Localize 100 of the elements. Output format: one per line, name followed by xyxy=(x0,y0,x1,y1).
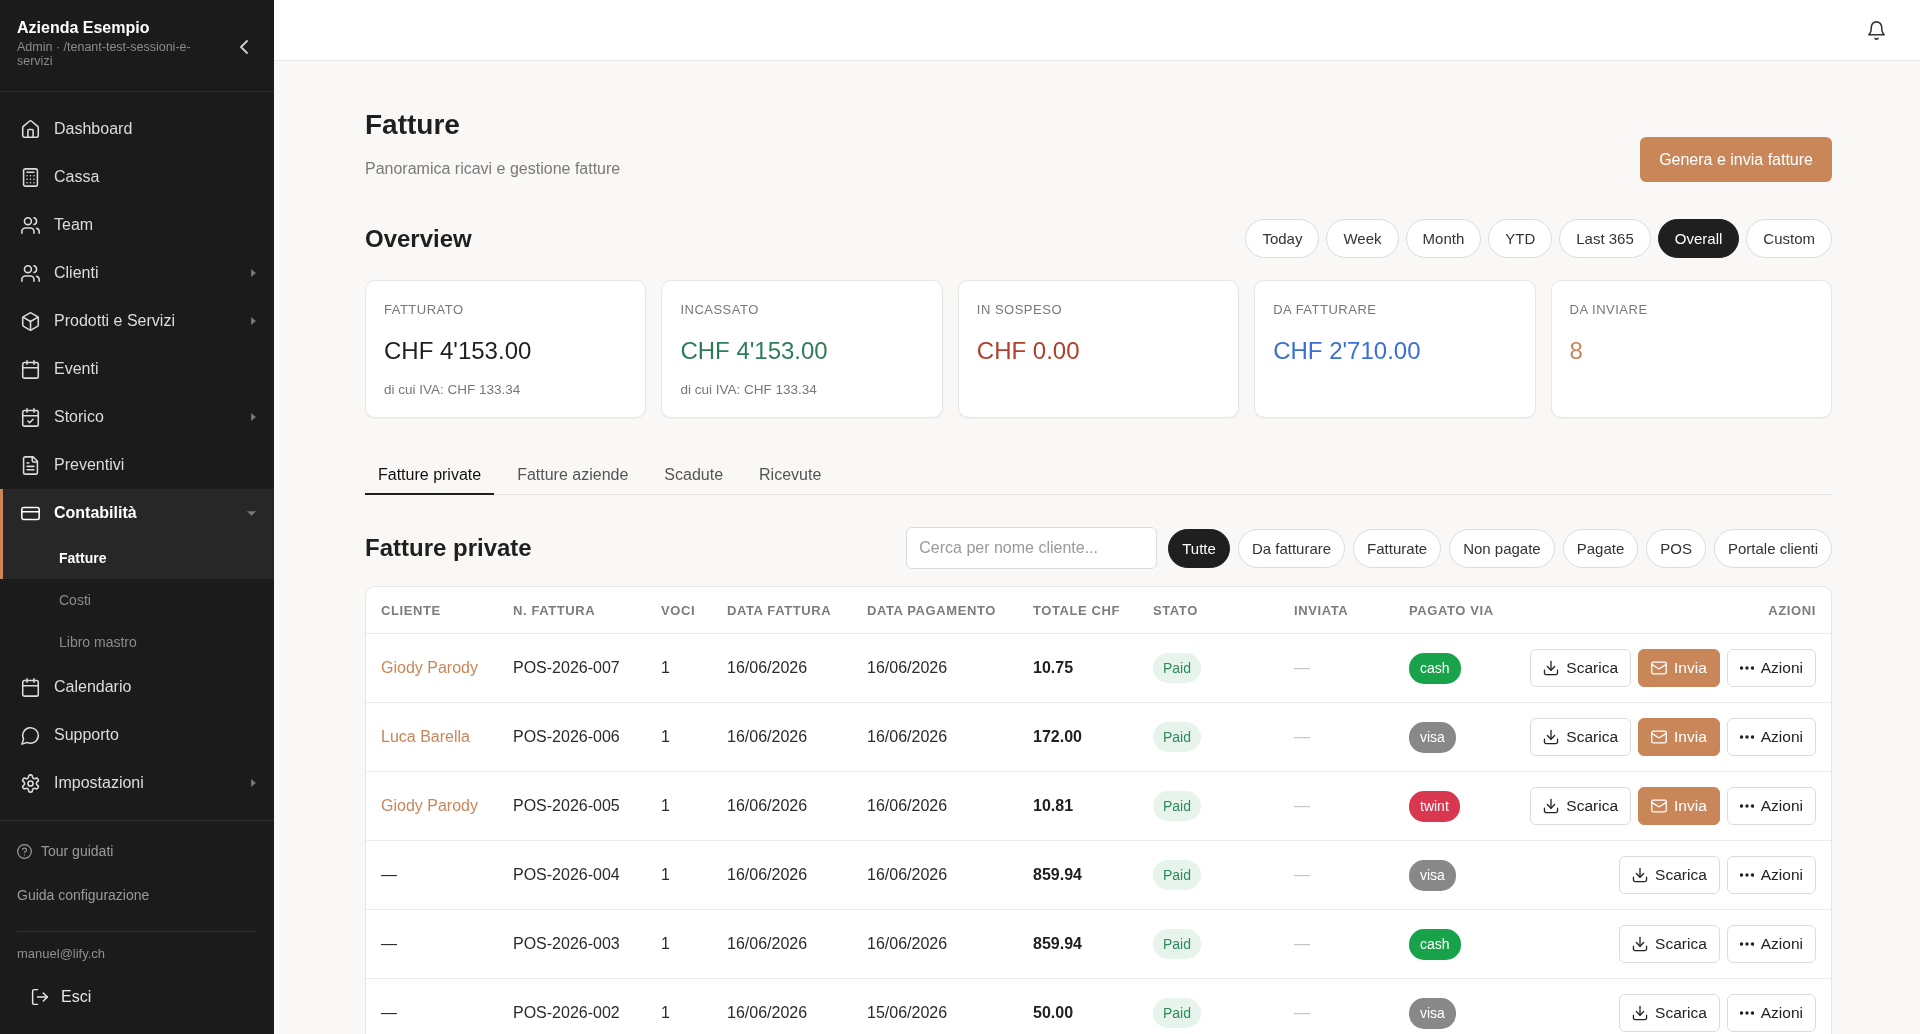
more-actions-button[interactable]: Azioni xyxy=(1726,925,1816,963)
download-button[interactable]: Scarica xyxy=(1619,925,1720,963)
chevron-left-icon[interactable] xyxy=(240,40,248,54)
filter-chip[interactable]: POS xyxy=(1646,528,1706,568)
users-icon xyxy=(21,215,40,235)
sidebar-item[interactable]: Eventi xyxy=(0,345,274,393)
column-header: TOTALE CHF xyxy=(1033,602,1121,618)
download-button[interactable]: Scarica xyxy=(1530,718,1632,756)
sidebar-subitem[interactable]: Libro mastro xyxy=(0,621,274,663)
logout-icon xyxy=(31,988,49,1006)
cube-icon xyxy=(21,311,40,331)
table-cell: 16/06/2026 xyxy=(867,659,948,676)
table-cell: 1 xyxy=(661,866,670,883)
ellipsis-icon xyxy=(1739,873,1754,877)
filter-chip[interactable]: Portale clienti xyxy=(1713,528,1832,568)
period-tab[interactable]: Custom xyxy=(1746,219,1832,258)
sidebar-item[interactable]: Preventivi xyxy=(0,441,274,489)
ellipsis-icon xyxy=(1739,735,1754,739)
stat-label: FATTURATO xyxy=(384,302,464,318)
company-name: Azienda Esempio xyxy=(17,18,151,38)
sidebar-item[interactable]: Team xyxy=(0,201,274,249)
download-icon xyxy=(1543,729,1560,745)
sidebar-item[interactable]: Contabilità xyxy=(0,489,274,537)
table-cell: 16/06/2026 xyxy=(867,935,948,952)
table-cell: 16/06/2026 xyxy=(727,935,808,952)
download-button[interactable]: Scarica xyxy=(1619,994,1720,1032)
sidebar-item[interactable]: Dashboard xyxy=(0,105,274,153)
filter-chip[interactable]: Non pagate xyxy=(1449,528,1555,568)
table-cell: — xyxy=(1294,866,1310,883)
more-actions-button[interactable]: Azioni xyxy=(1726,994,1816,1032)
user-email: manuel@lify.ch xyxy=(17,946,106,962)
column-header: AZIONI xyxy=(1768,602,1816,618)
table-cell: 16/06/2026 xyxy=(727,728,808,745)
sidebar-subitem[interactable]: Costi xyxy=(0,579,274,621)
sidebar-item[interactable]: Impostazioni xyxy=(0,759,274,807)
period-tab[interactable]: YTD xyxy=(1488,219,1553,258)
stat-value: 8 xyxy=(1569,336,1583,366)
download-button[interactable]: Scarica xyxy=(1619,856,1720,894)
table-cell: POS-2026-006 xyxy=(513,728,620,745)
table-cell: — xyxy=(1294,728,1310,745)
more-actions-button[interactable]: Azioni xyxy=(1726,856,1816,894)
help-icon xyxy=(17,843,32,859)
tab[interactable]: Fatture aziende xyxy=(504,457,642,495)
table-cell: POS-2026-005 xyxy=(513,797,620,814)
download-button[interactable]: Scarica xyxy=(1530,649,1632,687)
period-tab[interactable]: Last 365 xyxy=(1559,219,1651,258)
stat-label: DA FATTURARE xyxy=(1273,302,1377,318)
sidebar-item[interactable]: Prodotti e Servizi xyxy=(0,297,274,345)
column-header: DATA FATTURA xyxy=(727,602,832,618)
column-header: INVIATA xyxy=(1294,602,1349,618)
status-badge: Paid xyxy=(1153,929,1202,959)
bell-icon[interactable] xyxy=(1867,20,1886,40)
more-actions-button[interactable]: Azioni xyxy=(1726,718,1816,756)
period-tab[interactable]: Today xyxy=(1245,219,1320,258)
calendar-check-icon xyxy=(21,407,40,427)
period-tab[interactable]: Month xyxy=(1405,219,1482,258)
sidebar-item[interactable]: Cassa xyxy=(0,153,274,201)
table-cell: — xyxy=(1294,659,1310,676)
logout-button[interactable]: Esci xyxy=(17,977,92,1017)
filter-chip[interactable]: Tutte xyxy=(1168,528,1230,568)
stat-value: CHF 4'153.00 xyxy=(384,336,532,366)
payment-method-badge: visa xyxy=(1409,997,1456,1029)
tab[interactable]: Fatture private xyxy=(365,457,495,495)
sidebar-item[interactable]: Clienti xyxy=(0,249,274,297)
page-subtitle: Panoramica ricavi e gestione fatture xyxy=(365,159,621,179)
download-button[interactable]: Scarica xyxy=(1530,787,1632,825)
table-cell: 1 xyxy=(661,728,670,745)
period-tab[interactable]: Week xyxy=(1326,219,1399,258)
payment-method-badge: visa xyxy=(1409,859,1456,891)
filter-chip[interactable]: Pagate xyxy=(1562,528,1639,568)
tab[interactable]: Scadute xyxy=(651,457,737,495)
column-header: PAGATO VIA xyxy=(1409,602,1494,618)
sidebar-item[interactable]: Calendario xyxy=(0,663,274,711)
envelope-icon xyxy=(1651,798,1668,814)
guided-tour-link[interactable]: Tour guidati xyxy=(17,835,114,867)
table-cell: 16/06/2026 xyxy=(727,659,808,676)
ellipsis-icon xyxy=(1739,804,1754,808)
sidebar-item[interactable]: Supporto xyxy=(0,711,274,759)
settings-icon xyxy=(21,773,40,793)
section-title: Fatture private xyxy=(365,534,532,562)
sidebar-item[interactable]: Storico xyxy=(0,393,274,441)
table-cell: 172.00 xyxy=(1033,728,1082,745)
setup-guide-link[interactable]: Guida configurazione xyxy=(17,879,150,911)
tab[interactable]: Ricevute xyxy=(746,457,835,495)
period-tab[interactable]: Overall xyxy=(1657,219,1740,258)
filter-chip[interactable]: Fatturate xyxy=(1353,528,1442,568)
filter-chip[interactable]: Da fatturare xyxy=(1237,528,1346,568)
house-icon xyxy=(21,119,40,139)
search-field[interactable]: Cerca per nome cliente... xyxy=(906,527,1158,569)
table-cell: 15/06/2026 xyxy=(867,1004,948,1021)
table-cell: 10.81 xyxy=(1033,797,1074,814)
more-actions-button[interactable]: Azioni xyxy=(1726,787,1816,825)
status-badge: Paid xyxy=(1153,722,1202,752)
chat-bubble-icon xyxy=(21,725,40,745)
more-actions-button[interactable]: Azioni xyxy=(1726,649,1816,687)
status-badge: Paid xyxy=(1153,860,1202,890)
table-cell: 16/06/2026 xyxy=(727,797,808,814)
sidebar-subitem[interactable]: Fatture xyxy=(0,537,274,579)
table-cell: 859.94 xyxy=(1033,866,1082,883)
table-cell: 1 xyxy=(661,935,670,952)
